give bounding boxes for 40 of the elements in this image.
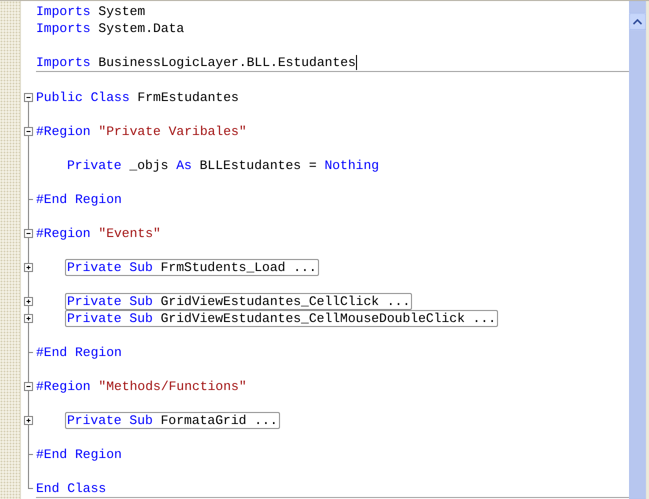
fold-end-line xyxy=(28,344,33,361)
collapsed-code-block[interactable]: Private Sub GridViewEstudantes_CellMouseDoubleClick ... xyxy=(65,310,498,327)
fold-end-line xyxy=(28,446,33,463)
expand-icon[interactable] xyxy=(22,259,36,276)
code-line: Imports System.Data xyxy=(36,20,184,37)
fold-guide-line xyxy=(28,395,29,412)
expand-icon[interactable] xyxy=(22,412,36,429)
scroll-up-button[interactable] xyxy=(629,13,646,30)
fold-guide-line xyxy=(28,429,29,446)
code-line: Public Class FrmEstudantes xyxy=(36,89,239,106)
code-line: #Region "Private Varibales" xyxy=(36,123,247,140)
fold-guide-line xyxy=(28,208,29,225)
scrollbar[interactable] xyxy=(629,1,646,499)
expand-icon[interactable] xyxy=(22,293,36,310)
collapsed-code-block[interactable]: Private Sub GridViewEstudantes_CellClick ... xyxy=(65,293,412,310)
fold-end-line xyxy=(28,191,33,208)
collapse-icon[interactable] xyxy=(22,123,36,140)
caret-up-icon xyxy=(633,18,642,24)
code-line: #Region "Events" xyxy=(36,225,161,242)
collapse-icon[interactable] xyxy=(22,378,36,395)
collapsed-code-block[interactable]: Private Sub FormataGrid ... xyxy=(65,412,280,429)
code-line: #End Region xyxy=(36,344,122,361)
code-line: Imports BusinessLogicLayer.BLL.Estudantes xyxy=(36,54,356,71)
code-line: #End Region xyxy=(36,446,122,463)
fold-guide-line xyxy=(28,276,29,293)
code-line: Imports System xyxy=(36,3,146,20)
collapsed-code-block[interactable]: Private Sub FrmStudents_Load ... xyxy=(65,259,319,276)
code-line: #Region "Methods/Functions" xyxy=(36,378,247,395)
fold-guide-line xyxy=(28,361,29,378)
fold-end-line xyxy=(28,480,33,489)
fold-guide-line xyxy=(28,106,29,123)
text-cursor xyxy=(356,55,357,70)
fold-guide-line xyxy=(28,242,29,259)
fold-guide-line xyxy=(28,463,29,480)
code-line: End Class xyxy=(36,480,106,497)
code-line: Private _objs As BLLEstudantes = Nothing xyxy=(67,157,380,174)
code-line: #End Region xyxy=(36,191,122,208)
expand-icon[interactable] xyxy=(22,310,36,327)
fold-guide-line xyxy=(28,327,29,344)
collapse-icon[interactable] xyxy=(22,225,36,242)
